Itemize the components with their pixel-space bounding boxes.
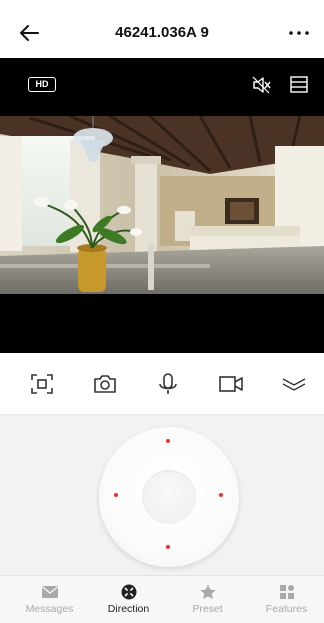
tab-label: Direction bbox=[107, 603, 150, 615]
pan-right-indicator[interactable] bbox=[219, 493, 223, 497]
tab-direction[interactable]: Direction bbox=[88, 580, 169, 615]
grid-icon bbox=[279, 585, 294, 599]
tab-preset[interactable]: Preset bbox=[167, 580, 248, 615]
more-options-icon[interactable] bbox=[288, 24, 310, 42]
tab-label: Preset bbox=[192, 603, 223, 615]
pan-up-indicator[interactable] bbox=[166, 439, 170, 443]
page-title: 46241.036A 9 bbox=[115, 24, 209, 41]
pan-left-indicator[interactable] bbox=[114, 493, 118, 497]
tab-label: Features bbox=[265, 603, 308, 615]
microphone-icon[interactable] bbox=[156, 373, 180, 395]
direction-panel bbox=[0, 415, 324, 575]
tab-features[interactable]: Features bbox=[246, 580, 324, 615]
top-bar: 46241.036A 9 bbox=[0, 0, 324, 58]
bottom-tab-bar: Messages Direction Preset Features bbox=[0, 575, 324, 623]
tab-messages[interactable]: Messages bbox=[9, 580, 90, 615]
envelope-icon bbox=[41, 586, 58, 598]
camera-frame-image bbox=[0, 116, 324, 294]
direction-pad-center[interactable] bbox=[142, 470, 196, 524]
fullscreen-icon[interactable] bbox=[290, 76, 308, 93]
direction-pad[interactable] bbox=[99, 427, 239, 567]
camera-controls-bar bbox=[0, 353, 324, 415]
tab-label: Messages bbox=[25, 603, 74, 615]
video-camera-icon[interactable] bbox=[219, 373, 243, 395]
screenshot-icon[interactable] bbox=[30, 373, 54, 395]
speaker-muted-icon[interactable] bbox=[252, 76, 272, 94]
direction-pad-icon bbox=[121, 584, 136, 600]
camera-icon[interactable] bbox=[93, 373, 117, 395]
live-video-viewer[interactable]: HD bbox=[0, 58, 324, 353]
star-icon bbox=[199, 584, 216, 600]
hd-quality-button[interactable]: HD bbox=[28, 77, 56, 92]
pan-down-indicator[interactable] bbox=[166, 545, 170, 549]
double-chevron-down-icon[interactable] bbox=[282, 373, 306, 395]
